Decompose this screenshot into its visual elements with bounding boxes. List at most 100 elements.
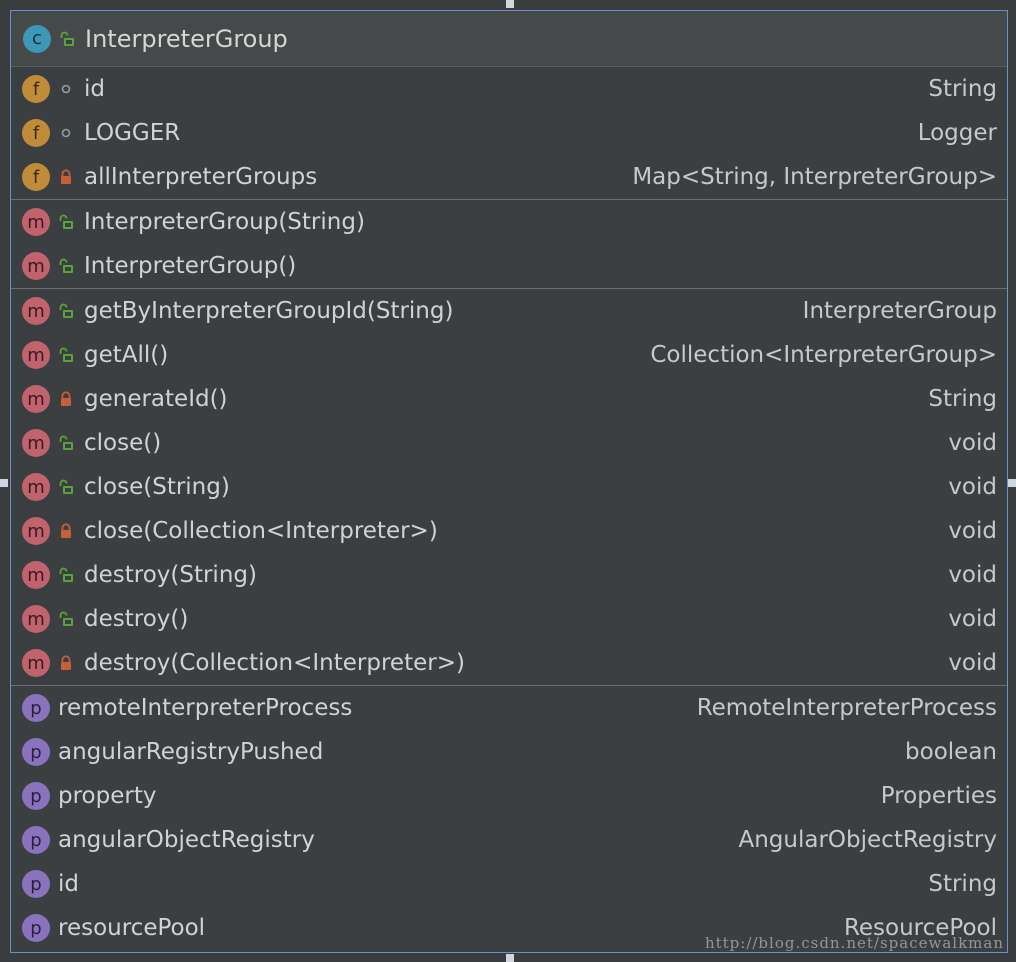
constructor-row[interactable]: m InterpreterGroup(String) (11, 200, 1007, 244)
property-name: property (58, 783, 157, 809)
property-name: angularObjectRegistry (58, 827, 315, 853)
property-icon: p (22, 826, 50, 854)
public-visibility-icon (58, 567, 74, 583)
type-label: String (928, 871, 997, 897)
type-label: void (948, 518, 997, 544)
resize-handle-top[interactable] (506, 0, 514, 8)
method-icon: m (22, 561, 50, 589)
type-label: Collection<InterpreterGroup> (650, 342, 997, 368)
class-node[interactable]: c InterpreterGroup f id String f LOGGER Logge… (10, 10, 1008, 953)
property-row[interactable]: p property Properties (11, 774, 1007, 818)
method-name: generateId() (84, 386, 228, 412)
method-name: destroy() (84, 606, 189, 632)
public-lock-icon (59, 31, 75, 47)
constructor-row[interactable]: m InterpreterGroup() (11, 244, 1007, 288)
method-name: getAll() (84, 342, 169, 368)
type-label: void (948, 606, 997, 632)
class-header[interactable]: c InterpreterGroup (11, 11, 1007, 67)
method-row[interactable]: m close(String) void (11, 465, 1007, 509)
method-icon: m (22, 208, 50, 236)
watermark: http://blog.csdn.net/spacewalkman (704, 934, 1004, 952)
public-visibility-icon (58, 303, 74, 319)
class-icon: c (23, 24, 51, 53)
field-name: LOGGER (84, 120, 181, 146)
property-row[interactable]: p remoteInterpreterProcess RemoteInterpret… (11, 686, 1007, 730)
resize-handle-left[interactable] (0, 479, 8, 487)
method-name: close(Collection<Interpreter>) (84, 518, 438, 544)
type-label: Map<String, InterpreterGroup> (632, 164, 997, 190)
method-row[interactable]: m destroy(Collection<Interpreter>) void (11, 641, 1007, 685)
type-label: void (948, 474, 997, 500)
field-icon: f (22, 75, 50, 103)
property-row[interactable]: p angularObjectRegistry AngularObjectRegis… (11, 818, 1007, 862)
field-row[interactable]: f id String (11, 67, 1007, 111)
method-row[interactable]: m getAll() Collection<InterpreterGroup> (11, 333, 1007, 377)
fields-section: f id String f LOGGER Logger f allInterpreterGro… (11, 67, 1007, 200)
method-icon: m (22, 385, 50, 413)
property-name: id (58, 871, 79, 897)
property-icon: p (22, 914, 50, 942)
private-visibility-icon (58, 655, 74, 671)
property-icon: p (22, 782, 50, 810)
method-icon: m (22, 341, 50, 369)
property-icon: p (22, 738, 50, 766)
methods-section: m getByInterpreterGroupId(String) Interpre… (11, 289, 1007, 686)
type-label: void (948, 430, 997, 456)
field-name: allInterpreterGroups (84, 164, 318, 190)
type-label: AngularObjectRegistry (738, 827, 998, 853)
method-icon: m (22, 649, 50, 677)
property-row[interactable]: p id String (11, 862, 1007, 906)
type-label: String (928, 76, 997, 102)
method-name: close(String) (84, 474, 230, 500)
property-icon: p (22, 870, 50, 898)
type-label: Properties (880, 783, 997, 809)
constructors-section: m InterpreterGroup(String) m InterpreterGro… (11, 200, 1007, 289)
type-label: String (928, 386, 997, 412)
property-name: angularRegistryPushed (58, 739, 324, 765)
type-label: void (948, 650, 997, 676)
property-name: remoteInterpreterProcess (58, 695, 353, 721)
type-label: Logger (917, 120, 997, 146)
package-visibility-icon (58, 81, 74, 97)
property-name: resourcePool (58, 915, 206, 941)
method-row[interactable]: m getByInterpreterGroupId(String) Interpre… (11, 289, 1007, 333)
property-icon: p (22, 694, 50, 722)
method-row[interactable]: m destroy() void (11, 597, 1007, 641)
method-name: destroy(String) (84, 562, 257, 588)
resize-handle-bottom[interactable] (506, 954, 514, 962)
method-row[interactable]: m destroy(String) void (11, 553, 1007, 597)
method-row[interactable]: m close() void (11, 421, 1007, 465)
resize-handle-right[interactable] (1008, 479, 1016, 487)
method-icon: m (22, 605, 50, 633)
method-icon: m (22, 252, 50, 280)
field-icon: f (22, 119, 50, 147)
method-name: destroy(Collection<Interpreter>) (84, 650, 465, 676)
type-label: InterpreterGroup (802, 298, 997, 324)
property-row[interactable]: p angularRegistryPushed boolean (11, 730, 1007, 774)
field-row[interactable]: f allInterpreterGroups Map<String, Interpr… (11, 155, 1007, 199)
field-row[interactable]: f LOGGER Logger (11, 111, 1007, 155)
public-visibility-icon (58, 258, 74, 274)
method-icon: m (22, 473, 50, 501)
method-row[interactable]: m generateId() String (11, 377, 1007, 421)
constructor-name: InterpreterGroup(String) (84, 209, 365, 235)
constructor-name: InterpreterGroup() (84, 253, 297, 279)
public-visibility-icon (58, 435, 74, 451)
properties-section: p remoteInterpreterProcess RemoteInterpret… (11, 686, 1007, 950)
private-visibility-icon (58, 169, 74, 185)
method-name: close() (84, 430, 162, 456)
type-label: RemoteInterpreterProcess (696, 695, 997, 721)
public-visibility-icon (58, 347, 74, 363)
method-row[interactable]: m close(Collection<Interpreter>) void (11, 509, 1007, 553)
private-visibility-icon (58, 391, 74, 407)
field-icon: f (22, 163, 50, 191)
method-icon: m (22, 429, 50, 457)
private-visibility-icon (58, 523, 74, 539)
package-visibility-icon (58, 125, 74, 141)
class-name: InterpreterGroup (85, 24, 288, 53)
method-name: getByInterpreterGroupId(String) (84, 298, 454, 324)
public-visibility-icon (58, 611, 74, 627)
field-name: id (84, 76, 105, 102)
public-visibility-icon (58, 214, 74, 230)
method-icon: m (22, 517, 50, 545)
